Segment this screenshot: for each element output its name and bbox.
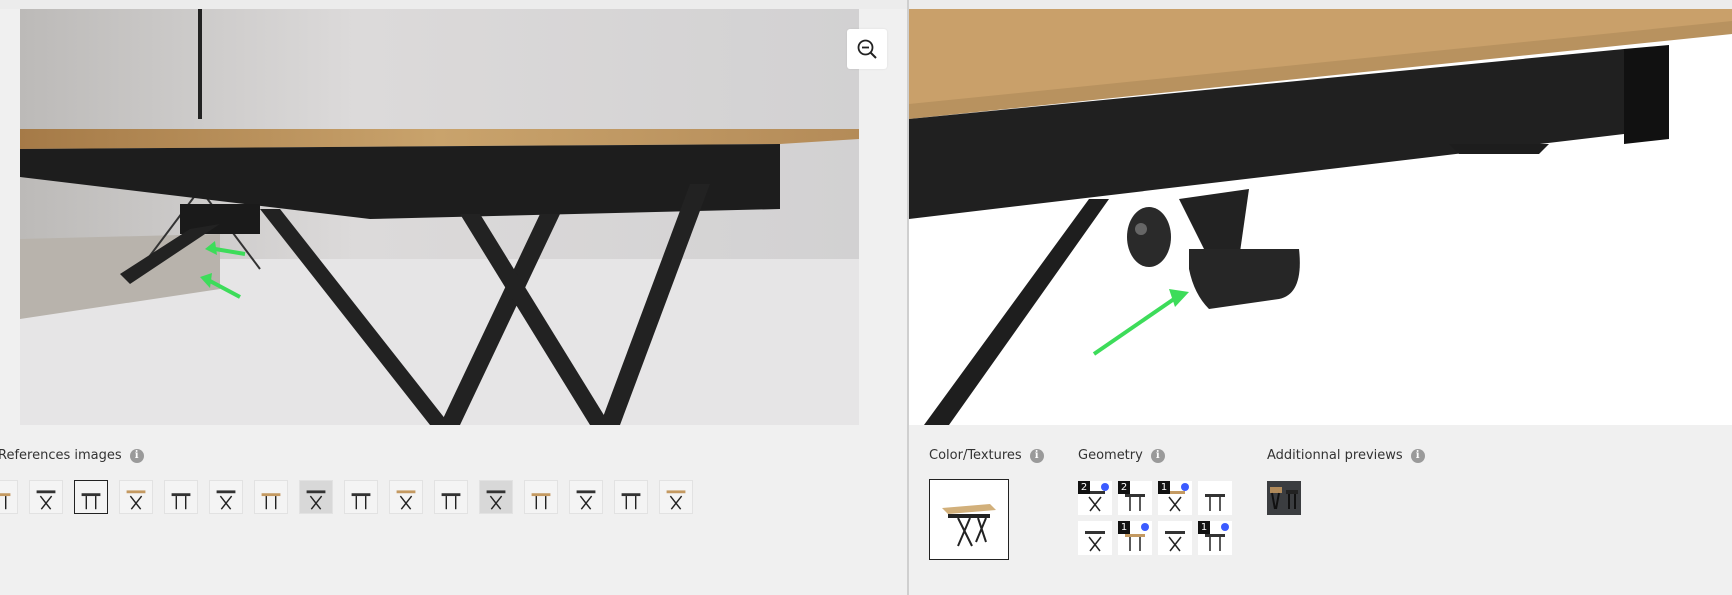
ref-thumb-3[interactable] [74, 480, 108, 514]
top-strip [909, 0, 1732, 9]
color-texture-tile[interactable] [929, 479, 1009, 560]
info-icon[interactable]: i [1029, 448, 1044, 463]
status-dot [1101, 483, 1109, 491]
model-render [909, 9, 1732, 425]
info-icon[interactable]: i [1410, 448, 1425, 463]
ref-thumb-13[interactable] [524, 480, 558, 514]
geometry-label: Geometry i [1078, 448, 1165, 463]
ref-thumb-5[interactable] [164, 480, 198, 514]
ref-thumb-1[interactable] [0, 480, 18, 514]
geometry-tile[interactable]: 1 [1158, 481, 1192, 515]
variant-count-badge: 2 [1078, 481, 1090, 494]
geometry-tile[interactable] [1198, 481, 1232, 515]
zoom-out-icon [857, 39, 877, 59]
geometry-tile[interactable]: 2 [1118, 481, 1152, 515]
zoom-out-button[interactable] [847, 29, 887, 69]
ref-thumb-4[interactable] [119, 480, 153, 514]
color-textures-label-text: Color/Textures [929, 448, 1022, 463]
variant-count-badge: 2 [1118, 481, 1130, 494]
ref-thumb-2[interactable] [29, 480, 63, 514]
reference-pane: References images i [0, 0, 907, 595]
status-dot [1181, 483, 1189, 491]
ref-thumb-16[interactable] [659, 480, 693, 514]
references-label: References images i [0, 448, 144, 463]
ref-thumb-10[interactable] [389, 480, 423, 514]
references-label-text: References images [0, 448, 122, 463]
ref-thumb-11[interactable] [434, 480, 468, 514]
geometry-tile[interactable]: 1 [1198, 521, 1232, 555]
ref-thumb-14[interactable] [569, 480, 603, 514]
reference-photo [20, 9, 859, 425]
additional-previews-label: Additionnal previews i [1267, 448, 1425, 463]
variant-count-badge: 1 [1198, 521, 1210, 534]
status-dot [1141, 523, 1149, 531]
variant-count-badge: 1 [1158, 481, 1170, 494]
top-strip [0, 0, 907, 9]
ref-thumb-9[interactable] [344, 480, 378, 514]
color-textures-label: Color/Textures i [929, 448, 1044, 463]
ref-thumb-7[interactable] [254, 480, 288, 514]
model-pane: Color/Textures i Geometry i 2 2 1 1 1 Additi… [909, 0, 1732, 595]
info-icon[interactable]: i [1150, 448, 1165, 463]
variant-count-badge: 1 [1118, 521, 1130, 534]
geometry-label-text: Geometry [1078, 448, 1143, 463]
ref-thumb-6[interactable] [209, 480, 243, 514]
additional-previews-label-text: Additionnal previews [1267, 448, 1403, 463]
status-dot [1221, 523, 1229, 531]
geometry-tile[interactable] [1158, 521, 1192, 555]
ref-thumb-12[interactable] [479, 480, 513, 514]
geometry-tile[interactable]: 2 [1078, 481, 1112, 515]
info-icon[interactable]: i [129, 448, 144, 463]
geometry-tile[interactable]: 1 [1118, 521, 1152, 555]
additional-preview-tile[interactable] [1267, 481, 1301, 515]
ref-thumb-8[interactable] [299, 480, 333, 514]
geometry-tile[interactable] [1078, 521, 1112, 555]
ref-thumb-15[interactable] [614, 480, 648, 514]
